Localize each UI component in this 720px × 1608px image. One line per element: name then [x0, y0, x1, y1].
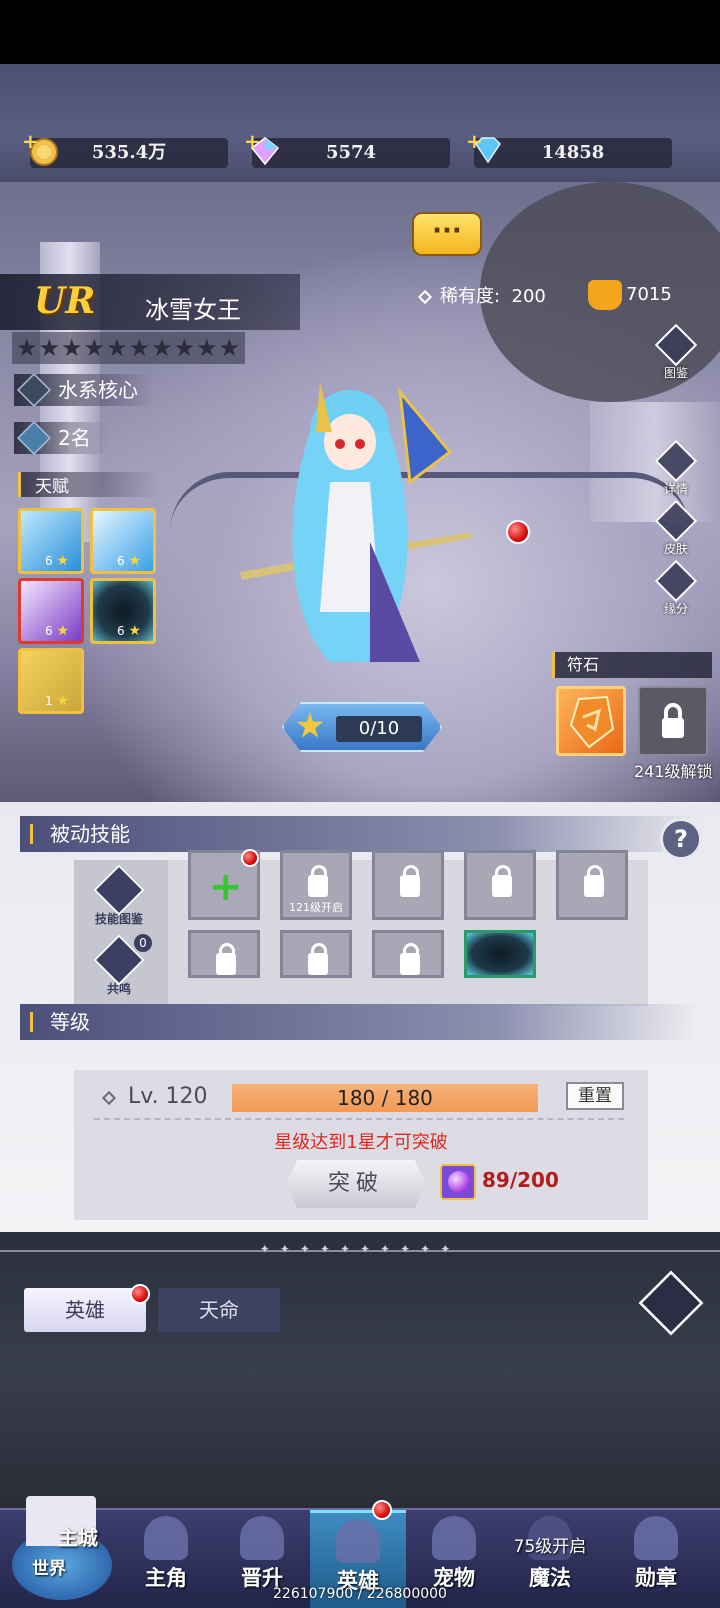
divider	[94, 1118, 624, 1120]
gold-value: 535.4万	[91, 142, 167, 163]
passive-slot-locked[interactable]	[372, 850, 444, 920]
add-gem-icon[interactable]: +	[244, 126, 261, 156]
star-exp-text: 0/10	[336, 716, 422, 742]
status-bar	[0, 0, 720, 64]
passive-slot-skill[interactable]	[464, 930, 536, 978]
role-tag[interactable]: 水系核心	[14, 373, 154, 407]
lock-icon	[308, 943, 328, 975]
passive-skill-header: 被动技能	[20, 816, 700, 852]
gem-currency[interactable]: + 5574	[244, 129, 450, 168]
medal-icon	[634, 1516, 678, 1560]
water-icon	[17, 421, 51, 455]
shirt-icon	[654, 499, 698, 543]
talent-armor[interactable]: 1 ★	[18, 648, 84, 714]
breakthrough-warning: 星级达到1星才可突破	[274, 1132, 448, 1153]
passive-slot-locked[interactable]	[280, 930, 352, 978]
passive-slot-locked[interactable]: 121级开启	[280, 850, 352, 920]
passive-slot-locked[interactable]	[556, 850, 628, 920]
decorative-stars: ✦✦✦✦✦✦✦✦✦✦	[259, 1242, 461, 1256]
diamond-value: 14858	[541, 142, 605, 163]
diamond-icon	[101, 1090, 117, 1106]
helmet-icon	[336, 1519, 380, 1563]
lock-icon	[662, 703, 684, 738]
eye-icon[interactable]	[638, 1270, 704, 1336]
experience-footer: 226107900 / 226800000	[273, 1586, 447, 1602]
level-box: Lv. 120 180 / 180 重置 星级达到1星才可突破 突破 89/20…	[74, 1070, 648, 1220]
lock-icon	[584, 865, 604, 897]
tab-destiny[interactable]: 天命	[158, 1288, 280, 1332]
purple-orb-icon	[440, 1164, 476, 1200]
level-progress-bar: 180 / 180	[232, 1084, 538, 1112]
side-button-bond[interactable]: 缘分	[654, 559, 698, 616]
talent-dark-vortex[interactable]: 6 ★	[90, 578, 156, 644]
hero-character[interactable]	[220, 362, 480, 682]
currency-bar: + 535.4万 + 5574 + 14858	[0, 64, 720, 182]
tab-hero[interactable]: 英雄	[24, 1288, 146, 1332]
lock-icon	[216, 943, 236, 975]
reset-button[interactable]: 重置	[566, 1082, 624, 1110]
skill-codex-button[interactable]: 技能图鉴	[92, 864, 146, 927]
magic-unlock-note: 75级开启	[513, 1537, 587, 1557]
power-info[interactable]: 7015	[588, 280, 672, 310]
passive-slot-locked[interactable]	[464, 850, 536, 920]
rank-tag[interactable]: 2名	[14, 421, 107, 455]
orb-count: 89/200	[482, 1168, 559, 1192]
hero-name: 冰雪女王	[145, 296, 241, 324]
add-gold-icon[interactable]: +	[22, 126, 39, 156]
rune-slot-1[interactable]	[556, 686, 626, 756]
rune-unlock-text: 241级解锁	[634, 762, 713, 781]
hero-rank: UR	[34, 280, 96, 322]
rune-title: 符石	[552, 652, 712, 678]
level-label: Lv. 120	[101, 1084, 208, 1109]
passive-slot-locked[interactable]	[188, 930, 260, 978]
notification-dot	[130, 1284, 150, 1304]
resonance-count-badge: 0	[134, 934, 152, 952]
gold-currency[interactable]: + 535.4万	[22, 129, 228, 168]
side-button-details[interactable]: 详情	[654, 439, 698, 496]
main-city-button[interactable]: 主城 世界	[12, 1470, 112, 1600]
breakthrough-button[interactable]: 突破	[286, 1160, 426, 1208]
help-button[interactable]: ?	[660, 818, 702, 860]
rune-slot-2-locked[interactable]	[638, 686, 708, 756]
hero-scene: ··· UR 冰雪女王 稀有度: 200 7015 ★★★★★★★★★★ 水系核…	[0, 182, 720, 802]
diamond-icon	[417, 289, 433, 305]
chat-bubble-button[interactable]: ···	[412, 212, 482, 256]
star-rating: ★★★★★★★★★★	[12, 332, 246, 364]
rarity-info: 稀有度: 200	[417, 282, 546, 308]
book-icon	[654, 323, 698, 367]
talent-title: 天赋	[18, 472, 158, 497]
lock-icon	[400, 943, 420, 975]
protagonist-icon	[144, 1516, 188, 1560]
rune-crystal-icon	[569, 695, 615, 749]
hero-tab-area: ✦✦✦✦✦✦✦✦✦✦ 英雄 天命	[0, 1232, 720, 1508]
lock-icon	[492, 865, 512, 897]
magnifier-icon	[654, 439, 698, 483]
passive-skill-side: 技能图鉴 共鸣 0	[74, 860, 168, 1006]
lock-icon	[400, 865, 420, 897]
notification-dot	[241, 849, 259, 867]
notification-dot	[506, 520, 530, 544]
passive-slot-add[interactable]: +	[188, 849, 260, 920]
add-diamond-icon[interactable]: +	[466, 126, 483, 156]
skill-book-icon	[93, 864, 145, 916]
level-header: 等级	[20, 1004, 700, 1040]
plus-icon: +	[209, 864, 243, 910]
talent-ice-crystal[interactable]: 6 ★	[18, 508, 84, 574]
crown-icon	[588, 280, 622, 310]
promotion-icon	[240, 1516, 284, 1560]
lock-icon	[308, 865, 328, 897]
gem-value: 5574	[325, 142, 377, 163]
crossed-swords-icon	[17, 373, 51, 407]
diamond-currency[interactable]: + 14858	[466, 129, 672, 168]
side-button-skin[interactable]: 皮肤	[654, 499, 698, 556]
passive-slot-locked[interactable]	[372, 930, 444, 978]
heart-icon	[654, 559, 698, 603]
side-button-codex[interactable]: 图鉴	[654, 323, 698, 380]
talent-ice-slash[interactable]: 6 ★	[90, 508, 156, 574]
talent-purple-wave[interactable]: 6 ★	[18, 578, 84, 644]
info-panel: 被动技能 ? 技能图鉴 共鸣 0 + 121级开启 等级 Lv. 120 180…	[0, 802, 720, 1232]
notification-dot	[372, 1500, 392, 1520]
pet-icon	[432, 1516, 476, 1560]
